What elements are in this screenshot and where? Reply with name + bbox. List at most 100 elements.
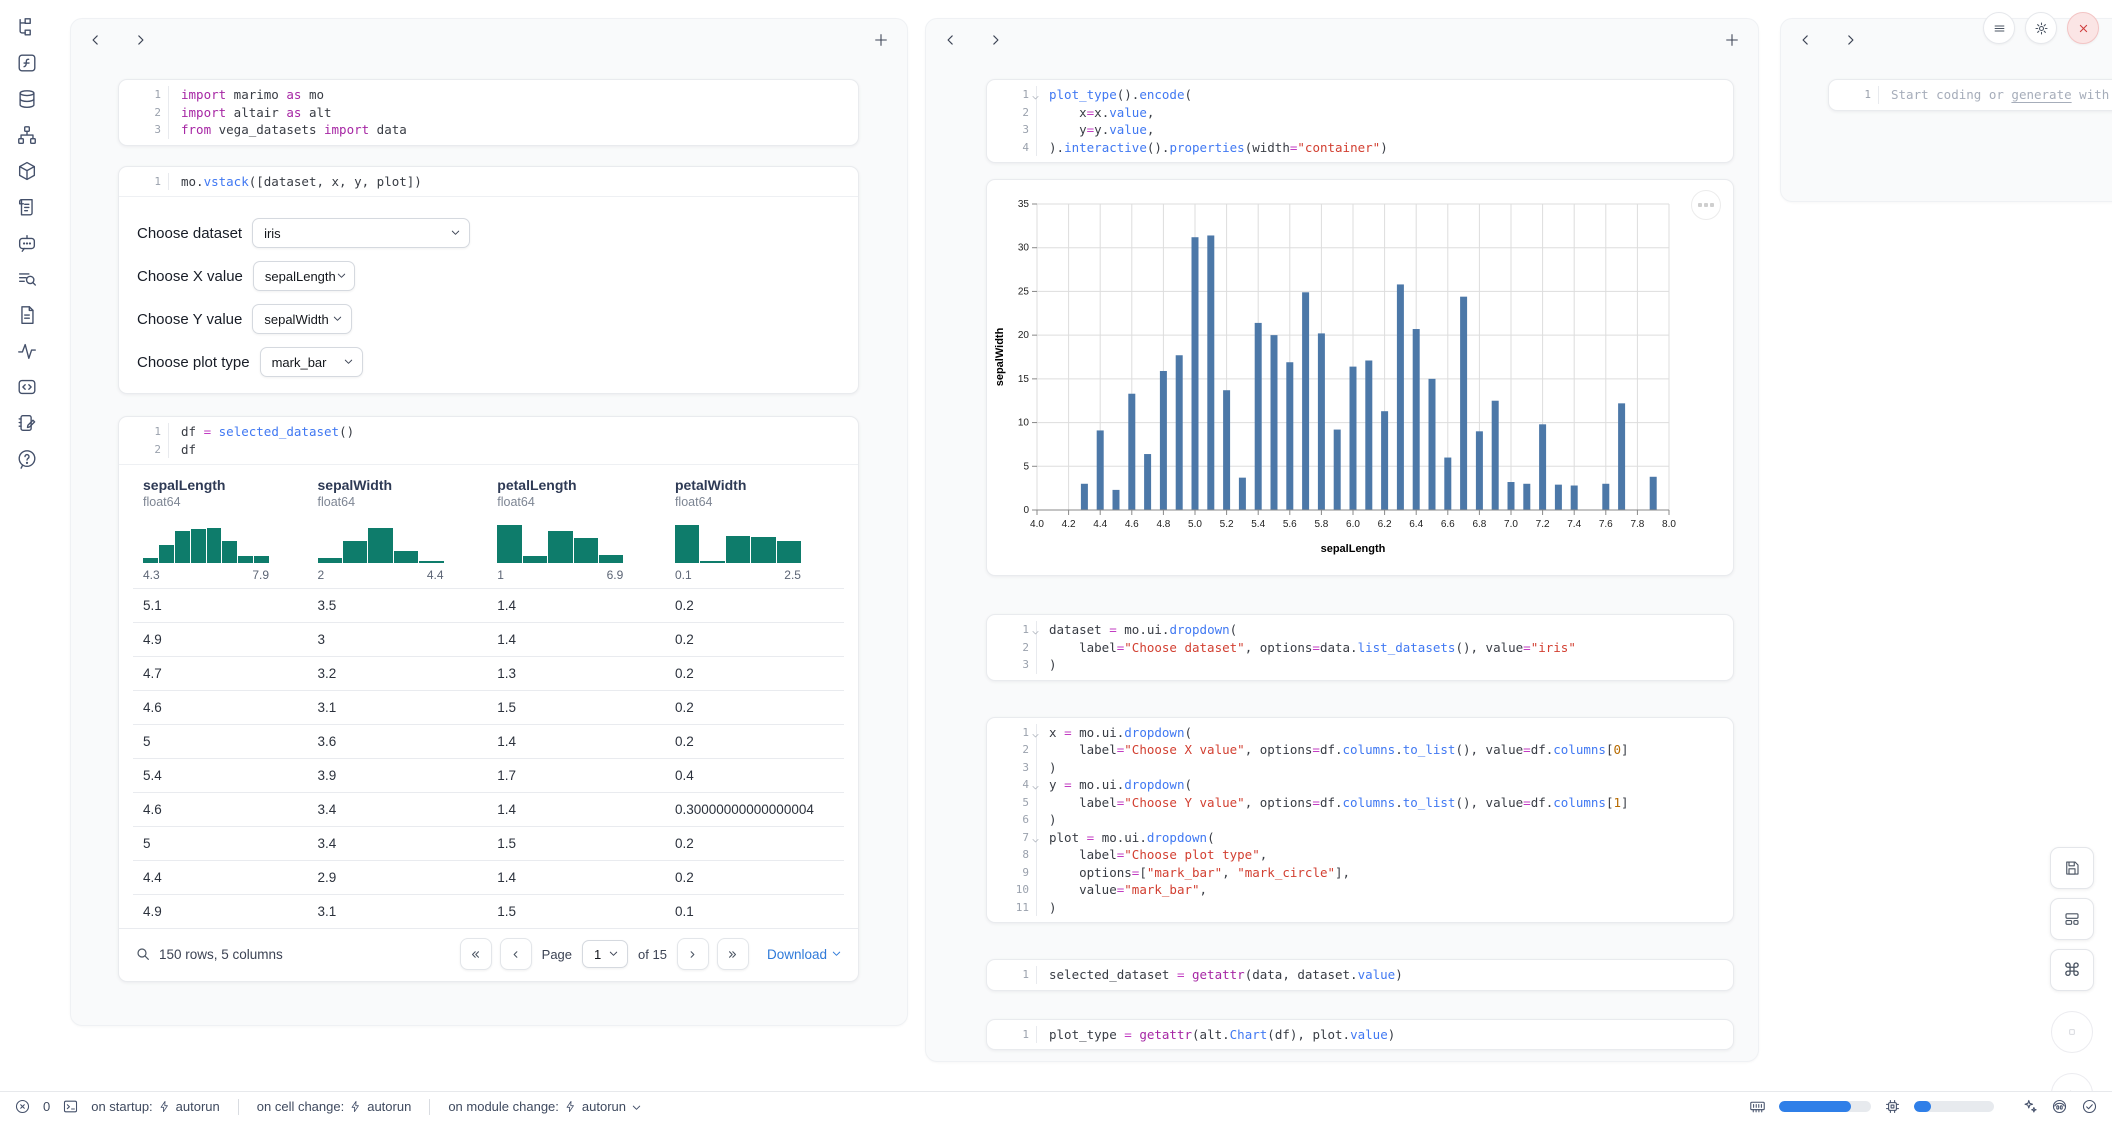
bar[interactable] bbox=[1113, 490, 1120, 510]
bar[interactable] bbox=[1460, 297, 1467, 510]
bar[interactable] bbox=[1207, 235, 1214, 510]
code-cell[interactable]: 1x = mo.ui.dropdown(2 label="Choose X va… bbox=[986, 717, 1734, 924]
generate-with-ai-link[interactable]: generate bbox=[2011, 87, 2071, 102]
choose-y-value-select[interactable]: sepalWidth bbox=[252, 304, 352, 334]
runtime-config-module-change[interactable]: on module change:autorun bbox=[448, 1099, 642, 1114]
table-row[interactable]: 53.41.50.2setosa bbox=[133, 827, 844, 861]
prev-page-button[interactable] bbox=[500, 938, 532, 970]
code-cell[interactable]: 1df = selected_dataset()2dfsepalLengthfl… bbox=[118, 416, 859, 982]
bar[interactable] bbox=[1429, 379, 1436, 510]
bar[interactable] bbox=[1271, 335, 1278, 510]
sidebar-icon-logs-search[interactable] bbox=[16, 268, 38, 290]
table-row[interactable]: 53.61.40.2setosa bbox=[133, 725, 844, 759]
bar[interactable] bbox=[1192, 237, 1199, 510]
choose-dataset-select[interactable]: iris bbox=[252, 218, 470, 248]
bar[interactable] bbox=[1223, 390, 1230, 510]
code-cell[interactable]: 1selected_dataset = getattr(data, datase… bbox=[986, 959, 1734, 991]
code-editor[interactable]: 1plot_type().encode(2 x=x.value,3 y=y.va… bbox=[987, 80, 1733, 162]
column-header-petalWidth[interactable]: petalWidthfloat640.12.5 bbox=[665, 465, 843, 589]
command-palette-button[interactable]: ⌘ bbox=[2050, 949, 2094, 991]
bar[interactable] bbox=[1492, 401, 1499, 510]
bar[interactable] bbox=[1555, 485, 1562, 510]
sidebar-icon-package[interactable] bbox=[16, 160, 38, 182]
bar-chart[interactable]: 4.04.24.44.64.85.05.25.45.65.86.06.26.46… bbox=[991, 192, 1691, 560]
table-row[interactable]: 4.93.11.50.1setosa bbox=[133, 895, 844, 929]
table-row[interactable]: 4.73.21.30.2setosa bbox=[133, 657, 844, 691]
scroll-next-cell-button[interactable] bbox=[1843, 33, 1857, 47]
empty-code-cell[interactable]: 1Start coding or generate with bbox=[1828, 79, 2112, 111]
errors-icon[interactable] bbox=[14, 1098, 31, 1115]
code-editor[interactable]: 1x = mo.ui.dropdown(2 label="Choose X va… bbox=[987, 718, 1733, 923]
save-notebook-button[interactable] bbox=[2050, 847, 2094, 889]
bar[interactable] bbox=[1444, 458, 1451, 510]
scroll-prev-cell-button[interactable] bbox=[944, 33, 958, 47]
scroll-prev-cell-button[interactable] bbox=[89, 33, 103, 47]
bar[interactable] bbox=[1650, 477, 1657, 510]
column-header-sepalLength[interactable]: sepalLengthfloat644.37.9 bbox=[133, 465, 308, 589]
bar[interactable] bbox=[1523, 484, 1530, 510]
bar[interactable] bbox=[1144, 454, 1151, 510]
last-page-button[interactable] bbox=[717, 938, 749, 970]
table-row[interactable]: 5.13.51.40.2setosa bbox=[133, 589, 844, 623]
sidebar-icon-chat-bot[interactable] bbox=[16, 232, 38, 254]
notebook-menu-button[interactable] bbox=[1983, 12, 2015, 44]
fold-toggle-icon[interactable] bbox=[1031, 833, 1040, 842]
bar[interactable] bbox=[1255, 323, 1262, 510]
runtime-config-startup[interactable]: on startup:autorun bbox=[91, 1099, 220, 1114]
sidebar-icon-file-tree[interactable] bbox=[16, 16, 38, 38]
code-cell[interactable]: 1mo.vstack([dataset, x, y, plot])Choose … bbox=[118, 166, 859, 395]
code-editor[interactable]: 1mo.vstack([dataset, x, y, plot]) bbox=[119, 167, 858, 197]
fold-toggle-icon[interactable] bbox=[1031, 728, 1040, 737]
sidebar-icon-database[interactable] bbox=[16, 88, 38, 110]
sidebar-icon-help-circle[interactable] bbox=[16, 448, 38, 470]
code-cell[interactable]: 1plot_type = getattr(alt.Chart(df), plot… bbox=[986, 1019, 1734, 1051]
copilot-status-button[interactable] bbox=[2051, 1098, 2068, 1115]
bar[interactable] bbox=[1539, 424, 1546, 510]
table-row[interactable]: 4.42.91.40.2setosa bbox=[133, 861, 844, 895]
sidebar-icon-activity[interactable] bbox=[16, 340, 38, 362]
first-page-button[interactable] bbox=[460, 938, 492, 970]
bar[interactable] bbox=[1413, 329, 1420, 510]
bar[interactable] bbox=[1476, 431, 1483, 510]
table-row[interactable]: 4.63.41.40.30000000000000004setosa bbox=[133, 793, 844, 827]
scroll-next-cell-button[interactable] bbox=[133, 33, 147, 47]
terminal-button[interactable] bbox=[62, 1098, 79, 1115]
code-cell[interactable]: 1import marimo as mo2import altair as al… bbox=[118, 79, 859, 146]
bar[interactable] bbox=[1318, 333, 1325, 510]
bar[interactable] bbox=[1081, 484, 1088, 510]
add-cell-button[interactable] bbox=[1724, 32, 1740, 48]
bar[interactable] bbox=[1302, 292, 1309, 510]
runtime-config-cell-change[interactable]: on cell change:autorun bbox=[257, 1099, 412, 1114]
layout-toggle-button[interactable] bbox=[2050, 898, 2094, 940]
code-cell[interactable]: 1dataset = mo.ui.dropdown(2 label="Choos… bbox=[986, 614, 1734, 681]
bar[interactable] bbox=[1618, 403, 1625, 510]
bar[interactable] bbox=[1508, 482, 1515, 510]
code-placeholder[interactable]: Start coding or generate with bbox=[1878, 86, 2112, 104]
sidebar-icon-function-square[interactable] bbox=[16, 52, 38, 74]
page-select[interactable]: 1 bbox=[582, 940, 628, 968]
column-header-sepalWidth[interactable]: sepalWidthfloat6424.4 bbox=[308, 465, 488, 589]
column-header-petalLength[interactable]: petalLengthfloat6416.9 bbox=[487, 465, 665, 589]
settings-button[interactable] bbox=[2025, 12, 2057, 44]
bar[interactable] bbox=[1350, 367, 1357, 510]
bar[interactable] bbox=[1381, 411, 1388, 510]
scroll-prev-cell-button[interactable] bbox=[1799, 33, 1813, 47]
bar[interactable] bbox=[1286, 362, 1293, 510]
sidebar-icon-code-block[interactable] bbox=[16, 376, 38, 398]
code-editor[interactable]: 1selected_dataset = getattr(data, datase… bbox=[987, 960, 1733, 990]
bar[interactable] bbox=[1334, 430, 1341, 510]
fold-toggle-icon[interactable] bbox=[1031, 625, 1040, 634]
scroll-next-cell-button[interactable] bbox=[988, 33, 1002, 47]
sidebar-icon-dependency-graph[interactable] bbox=[16, 124, 38, 146]
next-page-button[interactable] bbox=[677, 938, 709, 970]
code-editor[interactable]: 1plot_type = getattr(alt.Chart(df), plot… bbox=[987, 1020, 1733, 1050]
code-editor[interactable]: 1df = selected_dataset()2df bbox=[119, 417, 858, 464]
bar[interactable] bbox=[1239, 478, 1246, 510]
bar[interactable] bbox=[1602, 484, 1609, 510]
dataframe-viewport[interactable]: sepalLengthfloat644.37.9sepalWidthfloat6… bbox=[133, 465, 844, 928]
cpu-meter[interactable] bbox=[1914, 1101, 1994, 1112]
code-editor[interactable]: 1import marimo as mo2import altair as al… bbox=[119, 80, 858, 145]
ram-meter[interactable] bbox=[1779, 1101, 1871, 1112]
choose-x-value-select[interactable]: sepalLength bbox=[253, 261, 355, 291]
bar[interactable] bbox=[1128, 394, 1135, 510]
